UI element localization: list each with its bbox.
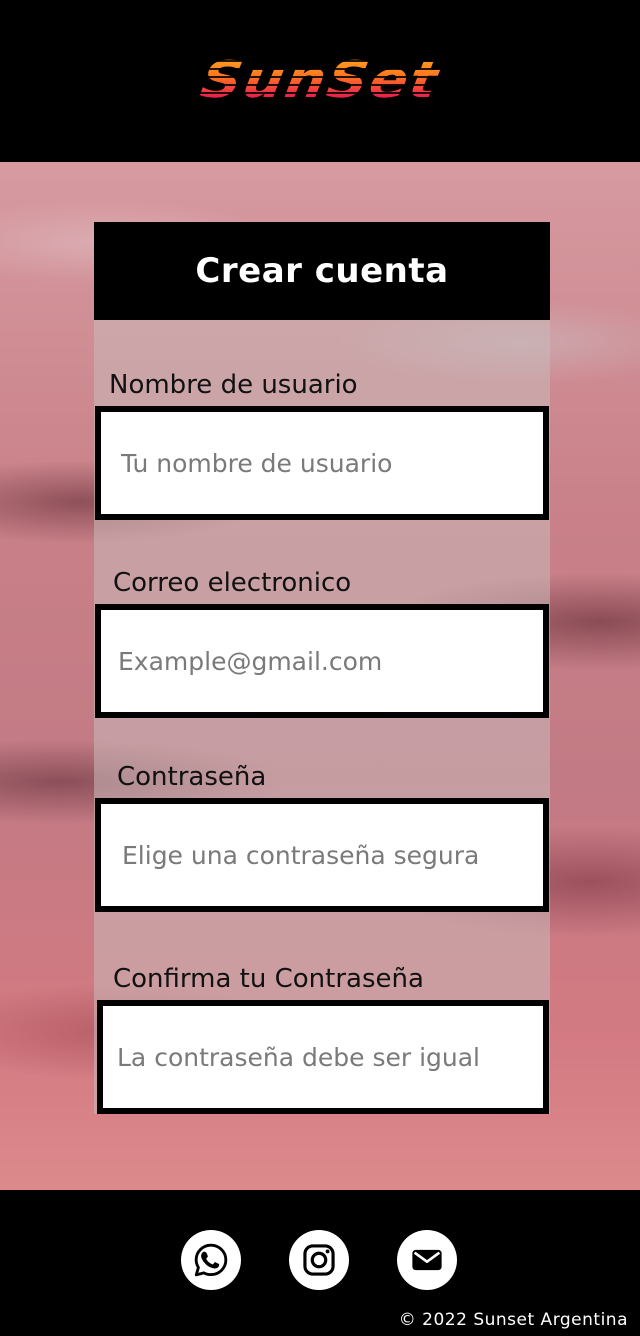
email-input[interactable] <box>101 610 543 712</box>
sunset-logo[interactable]: SunSet <box>180 46 460 116</box>
password-label: Contraseña <box>117 762 267 792</box>
email-label: Correo electronico <box>113 568 352 598</box>
form-header: Crear cuenta <box>94 222 550 320</box>
password-input[interactable] <box>101 804 543 906</box>
mail-link[interactable] <box>397 1230 457 1290</box>
username-input[interactable] <box>101 412 543 514</box>
confirm-password-input[interactable] <box>103 1006 543 1108</box>
form-title: Crear cuenta <box>195 251 449 291</box>
signup-form: Crear cuenta Nombre de usuario Correo el… <box>94 222 550 1114</box>
copyright-text: © 2022 Sunset Argentina <box>398 1310 628 1330</box>
whatsapp-link[interactable] <box>181 1230 241 1290</box>
username-field <box>95 406 549 520</box>
confirm-password-field <box>97 1000 549 1114</box>
logo-text: SunSet <box>174 50 465 113</box>
username-label: Nombre de usuario <box>109 370 358 400</box>
email-field <box>95 604 549 718</box>
instagram-link[interactable] <box>289 1230 349 1290</box>
confirm-password-label: Confirma tu Contraseña <box>113 964 424 994</box>
mail-icon <box>412 1249 442 1271</box>
site-footer: © 2022 Sunset Argentina <box>0 1190 640 1336</box>
site-header: SunSet <box>0 0 640 162</box>
password-field <box>95 798 549 912</box>
instagram-icon <box>303 1244 335 1276</box>
whatsapp-icon <box>194 1243 228 1277</box>
